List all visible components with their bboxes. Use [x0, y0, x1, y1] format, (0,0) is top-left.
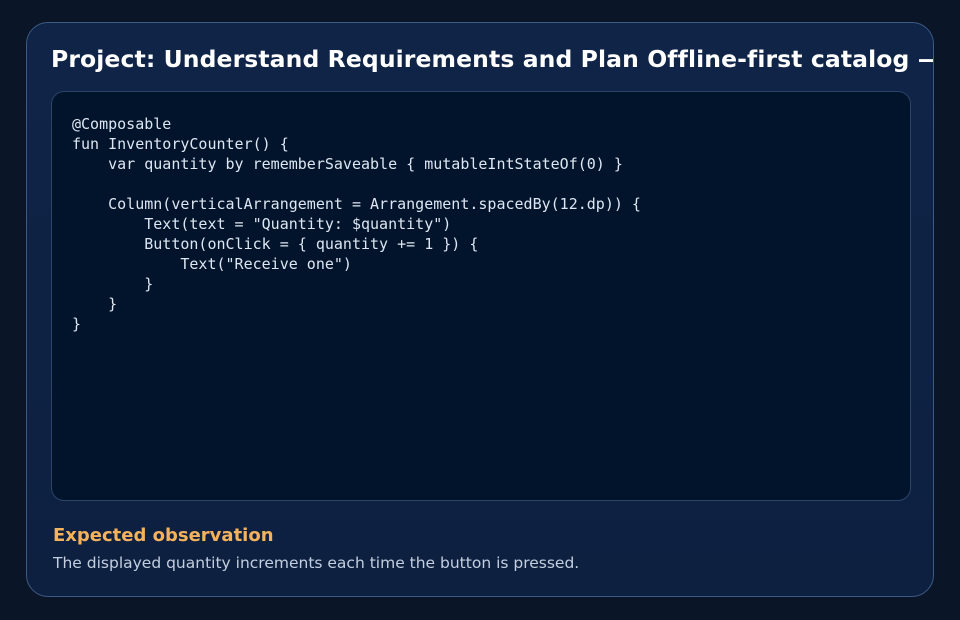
card-title: Project: Understand Requirements and Pla…	[51, 45, 934, 73]
code-block: @Composable fun InventoryCounter() { var…	[51, 91, 911, 501]
code-content: @Composable fun InventoryCounter() { var…	[72, 115, 641, 333]
observation-text: The displayed quantity increments each t…	[53, 554, 580, 572]
observation-heading: Expected observation	[53, 525, 274, 546]
lesson-card: Project: Understand Requirements and Pla…	[26, 22, 934, 597]
